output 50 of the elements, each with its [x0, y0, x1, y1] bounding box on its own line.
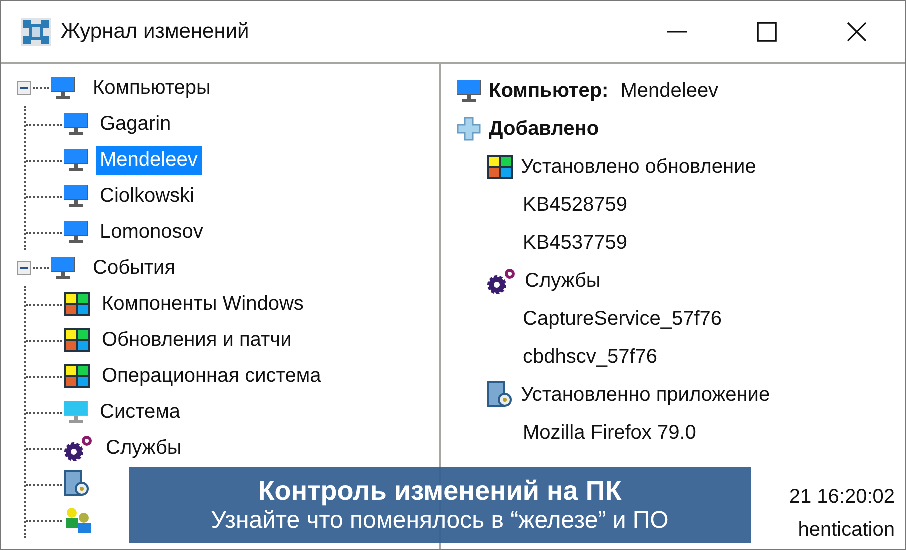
- collapse-toggle-icon[interactable]: [17, 81, 31, 95]
- monitor-icon: [457, 80, 481, 102]
- maximize-icon[interactable]: [757, 22, 777, 42]
- detail-text: hentication: [798, 518, 895, 543]
- banner-title: Контроль изменений на ПК: [258, 475, 622, 507]
- banner-subtitle: Узнайте что поменялось в “железе” и ПО: [211, 507, 669, 535]
- tiles-icon: [487, 155, 513, 179]
- change-entry: KB4537759: [523, 232, 628, 254]
- users-icon: [64, 506, 92, 534]
- monitor-icon: [64, 401, 88, 423]
- tree-item[interactable]: Mendeleev: [96, 146, 202, 174]
- tiles-icon: [64, 328, 90, 352]
- change-entry: Mozilla Firefox 79.0: [523, 422, 696, 444]
- category-title: Службы: [525, 270, 601, 292]
- monitor-icon: [64, 221, 88, 243]
- change-entry: KB4528759: [523, 194, 628, 216]
- category-title: Установлено обновление: [521, 156, 756, 178]
- monitor-icon: [64, 149, 88, 171]
- monitor-icon: [64, 113, 88, 135]
- plus-icon: [457, 117, 481, 141]
- application-icon: [64, 470, 90, 498]
- tree-item[interactable]: Lomonosov: [96, 218, 208, 246]
- tiles-icon: [64, 292, 90, 316]
- window-title: Журнал изменений: [61, 20, 250, 44]
- change-entry: CaptureService_57f76: [523, 308, 722, 330]
- tree-item[interactable]: Компоненты Windows: [98, 290, 308, 318]
- tree-item[interactable]: Система: [96, 398, 185, 426]
- monitor-icon: [51, 77, 75, 99]
- section-title: Добавлено: [489, 118, 600, 140]
- app-icon: [21, 18, 51, 46]
- collapse-toggle-icon[interactable]: [17, 261, 31, 275]
- detail-text: 21 16:20:02: [789, 485, 895, 510]
- computer-name: Mendeleev: [620, 80, 719, 102]
- tree-item[interactable]: Службы: [102, 434, 186, 462]
- tree-item[interactable]: Ciolkowski: [96, 182, 198, 210]
- category-title: Установленно приложение: [521, 384, 770, 406]
- tree-item[interactable]: Gagarin: [96, 110, 176, 138]
- gears-icon: [64, 434, 94, 462]
- application-icon: [487, 381, 513, 409]
- computer-label: Компьютер:: [489, 80, 609, 102]
- monitor-icon: [51, 257, 75, 279]
- gears-icon: [487, 267, 517, 295]
- tree-item[interactable]: Обновления и патчи: [98, 326, 296, 354]
- tree-item[interactable]: Операционная система: [98, 362, 326, 390]
- tiles-icon: [64, 364, 90, 388]
- change-entry: cbdhscv_57f76: [523, 346, 658, 368]
- monitor-icon: [64, 185, 88, 207]
- close-icon[interactable]: [847, 22, 867, 42]
- tree-item[interactable]: События: [89, 254, 180, 282]
- tree-item[interactable]: Компьютеры: [89, 74, 215, 102]
